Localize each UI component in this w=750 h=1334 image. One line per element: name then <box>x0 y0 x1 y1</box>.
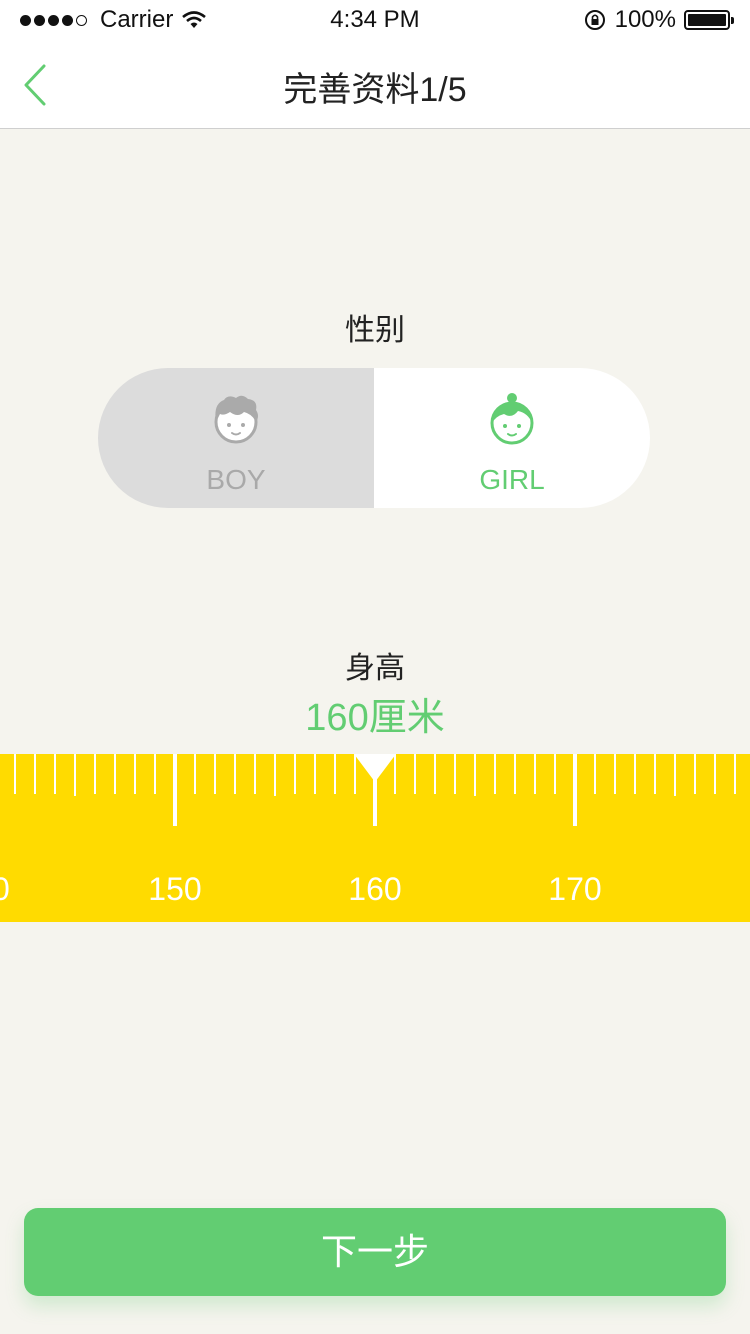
gender-option-boy[interactable]: BOY <box>98 368 374 508</box>
gender-option-girl-label: GIRL <box>479 464 545 495</box>
ruler-label: 160 <box>348 871 401 907</box>
ruler-label-partial: 0 <box>0 871 10 907</box>
status-bar: Carrier 4:34 PM 100% <box>0 0 750 40</box>
battery-icon <box>684 10 734 30</box>
ruler-scale: 150 160 170 0 <box>0 754 736 907</box>
ruler-label: 150 <box>148 871 201 907</box>
boy-avatar-icon <box>214 395 258 444</box>
gender-toggle: BOY GIRL <box>98 368 650 508</box>
page-title: 完善资料1/5 <box>283 71 467 109</box>
girl-avatar-icon <box>490 393 534 445</box>
chevron-left-icon <box>24 64 46 106</box>
height-label: 身高 <box>345 652 405 685</box>
nav-bar: 完善资料1/5 <box>0 40 750 129</box>
ruler-label: 170 <box>548 871 601 907</box>
gender-label: 性别 <box>345 314 405 347</box>
back-button[interactable] <box>16 60 64 110</box>
battery-percent: 100% <box>614 6 676 33</box>
rotation-lock-icon <box>584 10 605 30</box>
height-value: 160厘米 <box>305 697 445 739</box>
next-step-button[interactable]: 下一步 <box>24 1208 726 1296</box>
status-right: 100% <box>583 6 734 34</box>
gender-option-girl[interactable]: GIRL <box>374 368 650 508</box>
gender-option-boy-label: BOY <box>206 464 266 495</box>
height-ruler[interactable]: 150 160 170 0 <box>0 754 750 922</box>
ruler-pointer <box>354 754 396 782</box>
